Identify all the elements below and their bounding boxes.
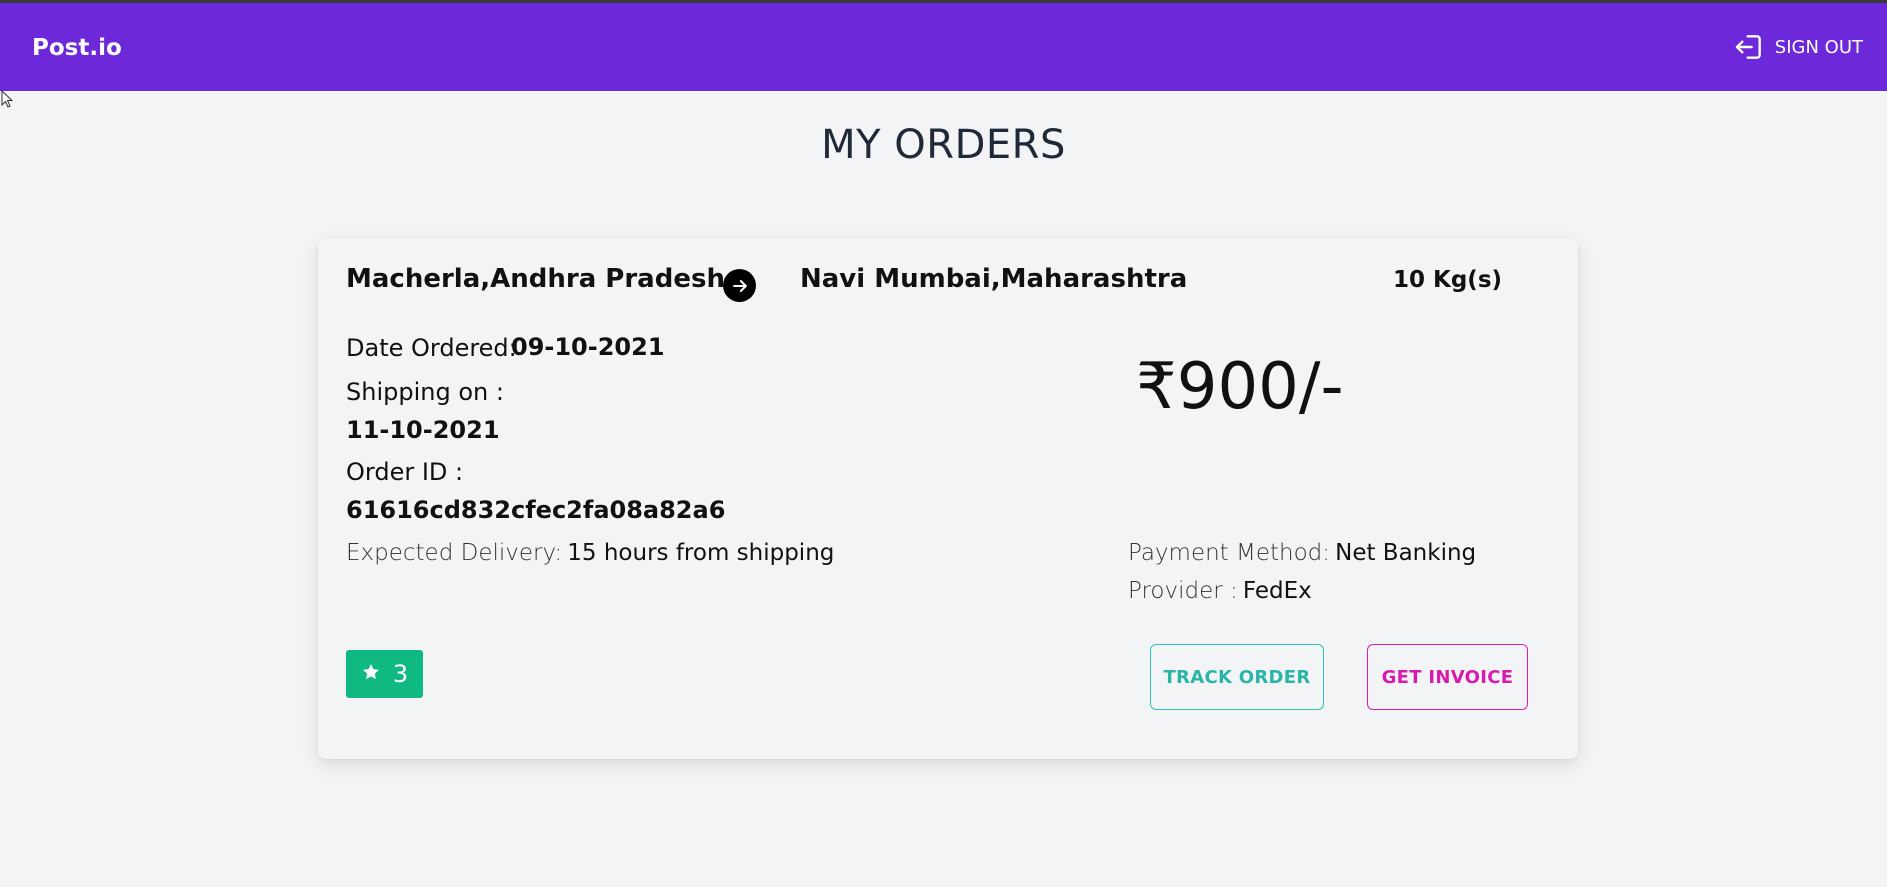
- payment-method: Payment Method: Net Banking: [1128, 540, 1476, 566]
- provider-label: Provider :: [1128, 578, 1238, 604]
- date-ordered-value: 09-10-2021: [511, 333, 665, 361]
- provider-value: FedEx: [1242, 578, 1312, 604]
- sign-out-icon: [1733, 31, 1765, 63]
- order-id-label: Order ID :: [346, 458, 464, 486]
- brand-logo[interactable]: Post.io: [32, 35, 122, 61]
- expected-delivery-label: Expected Delivery:: [346, 540, 563, 566]
- payment-method-label: Payment Method:: [1128, 540, 1331, 566]
- origin-location: Macherla,Andhra Pradesh: [346, 264, 725, 294]
- shipping-label: Shipping on :: [346, 378, 504, 406]
- navbar: Post.io SIGN OUT: [0, 3, 1887, 91]
- provider: Provider : FedEx: [1128, 578, 1312, 604]
- package-weight: 10 Kg(s): [1393, 267, 1503, 293]
- rating-badge[interactable]: 3: [346, 650, 423, 698]
- date-ordered-label: Date Ordered:: [346, 334, 517, 362]
- payment-method-value: Net Banking: [1335, 540, 1477, 566]
- order-id-value: 61616cd832cfec2fa08a82a6: [346, 496, 726, 524]
- page-title: MY ORDERS: [821, 122, 1066, 168]
- shipping-date-value: 11-10-2021: [346, 416, 500, 444]
- destination-location: Navi Mumbai,Maharashtra: [800, 264, 1188, 294]
- order-card: Macherla,Andhra Pradesh Navi Mumbai,Maha…: [318, 238, 1578, 759]
- get-invoice-button[interactable]: GET INVOICE: [1367, 644, 1528, 710]
- order-price: ₹900/-: [1136, 350, 1344, 424]
- arrow-right-icon: [723, 269, 756, 302]
- mouse-cursor-icon: [1, 89, 14, 112]
- sign-out-label: SIGN OUT: [1774, 36, 1863, 58]
- star-icon: [361, 660, 381, 688]
- expected-delivery-value: 15 hours from shipping: [567, 540, 835, 566]
- sign-out-button[interactable]: SIGN OUT: [1733, 31, 1863, 63]
- rating-value: 3: [392, 660, 409, 688]
- track-order-button[interactable]: TRACK ORDER: [1150, 644, 1324, 710]
- expected-delivery: Expected Delivery: 15 hours from shippin…: [346, 540, 834, 566]
